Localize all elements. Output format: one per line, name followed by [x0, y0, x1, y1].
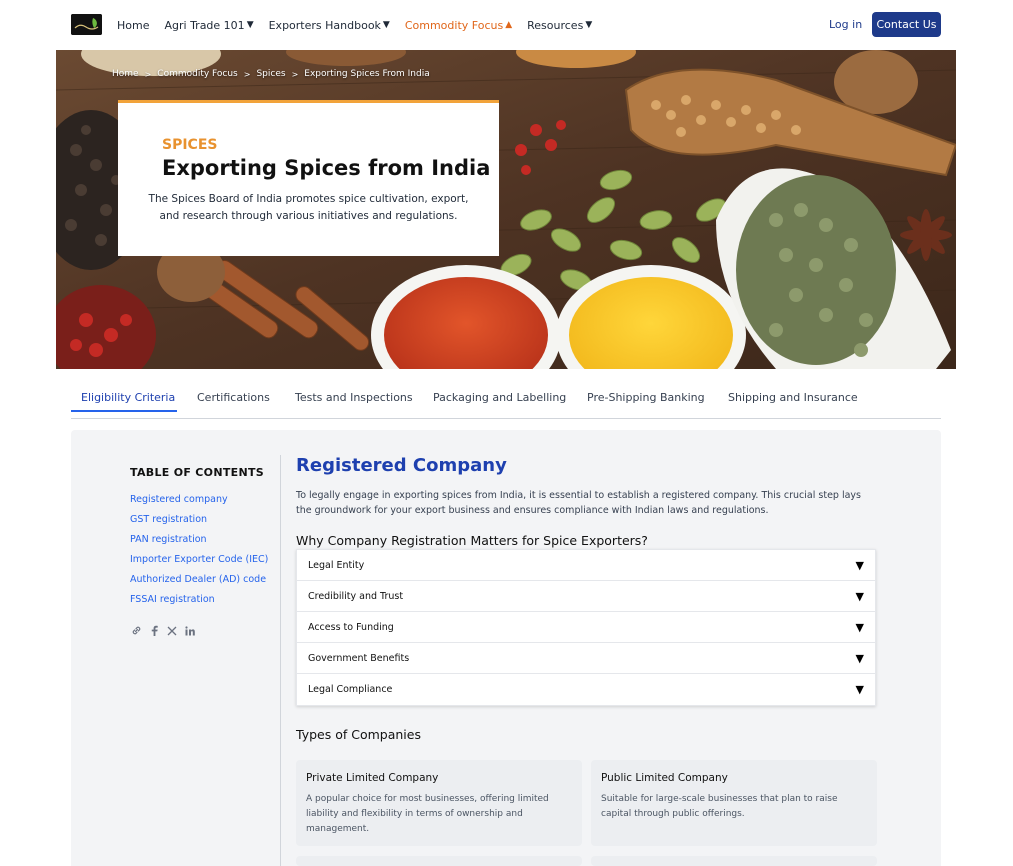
accordion-label: Legal Compliance — [308, 684, 393, 695]
chevron-down-icon: ▼ — [585, 20, 593, 30]
chevron-down-icon: ▼ — [855, 558, 864, 572]
breadcrumb-separator: > — [243, 69, 251, 79]
accordion-label: Access to Funding — [308, 621, 394, 633]
hero-description: The Spices Board of India promotes spice… — [148, 193, 469, 222]
hero-info-card: SPICES Exporting Spices from India The S… — [118, 100, 499, 256]
accordion-label: Credibility and Trust — [308, 590, 404, 602]
tab-shipping-and-insurance[interactable]: Shipping and Insurance — [728, 391, 858, 404]
breadcrumb: Home > Commodity Focus > Spices > Export… — [112, 69, 430, 79]
page-title: Exporting Spices from India — [162, 156, 491, 180]
subheading-why-registration: Why Company Registration Matters for Spi… — [296, 533, 648, 548]
content-panel: TABLE OF CONTENTS Registered company GST… — [71, 430, 941, 866]
card-title: Private Limited Company — [306, 772, 439, 784]
toc-link-registered-company[interactable]: Registered company — [130, 493, 268, 513]
accordion-item-legal-entity[interactable]: Legal Entity ▼ — [297, 550, 875, 581]
company-type-card: Private Limited Company A popular choice… — [296, 760, 582, 846]
accordion-item-funding[interactable]: Access to Funding ▼ — [297, 612, 875, 643]
chevron-down-icon: ▼ — [855, 620, 864, 634]
breadcrumb-home[interactable]: Home — [112, 69, 139, 79]
nav-commodity-focus[interactable]: Commodity Focus ▲ — [405, 19, 512, 32]
intro-paragraph: To legally engage in exporting spices fr… — [296, 490, 861, 516]
company-type-card-partial — [591, 856, 877, 866]
tab-eligibility-criteria[interactable]: Eligibility Criteria — [81, 391, 175, 404]
login-link[interactable]: Log in — [829, 18, 862, 31]
chevron-down-icon: ▼ — [855, 651, 864, 665]
chevron-up-icon: ▲ — [505, 20, 513, 30]
toc-heading: TABLE OF CONTENTS — [130, 466, 264, 479]
active-tab-indicator — [71, 410, 177, 412]
facebook-icon[interactable] — [150, 621, 159, 640]
vertical-divider — [280, 455, 281, 866]
breadcrumb-commodity-focus[interactable]: Commodity Focus — [157, 69, 237, 79]
accordion-label: Government Benefits — [308, 652, 410, 664]
section-heading: Registered Company — [296, 455, 507, 476]
nav-home[interactable]: Home — [117, 19, 149, 32]
share-icons — [131, 621, 203, 640]
accordion-item-legal-compliance[interactable]: Legal Compliance ▼ — [297, 674, 875, 705]
site-logo[interactable] — [71, 14, 102, 35]
chevron-down-icon: ▼ — [855, 589, 864, 603]
link-icon[interactable] — [131, 621, 142, 640]
top-navigation-bar: Home Agri Trade 101 ▼ Exporters Handbook ▼… — [0, 0, 1013, 50]
table-of-contents: Registered company GST registration PAN … — [130, 493, 268, 613]
tab-certifications[interactable]: Certifications — [197, 391, 270, 404]
main-nav: Home Agri Trade 101 ▼ Exporters Handbook ▼… — [117, 0, 607, 50]
hero-category-label: SPICES — [162, 137, 218, 153]
hero-banner: Home > Commodity Focus > Spices > Export… — [56, 50, 956, 369]
tab-packaging-and-labelling[interactable]: Packaging and Labelling — [433, 391, 566, 404]
subheading-types-of-companies: Types of Companies — [296, 727, 421, 742]
card-description: Suitable for large-scale businesses that… — [601, 794, 838, 819]
chevron-down-icon: ▼ — [382, 20, 390, 30]
toc-link-ad-code[interactable]: Authorized Dealer (AD) code — [130, 573, 268, 593]
contact-us-button[interactable]: Contact Us — [872, 12, 941, 37]
breadcrumb-current-page: Exporting Spices From India — [304, 69, 430, 79]
card-title: Public Limited Company — [601, 772, 728, 784]
company-type-card-partial — [296, 856, 582, 866]
card-description: A popular choice for most businesses, of… — [306, 794, 549, 834]
accordion-item-government-benefits[interactable]: Government Benefits ▼ — [297, 643, 875, 674]
nav-agri-trade-101[interactable]: Agri Trade 101 ▼ — [164, 19, 253, 32]
chevron-down-icon: ▼ — [246, 20, 254, 30]
x-icon[interactable] — [167, 621, 177, 640]
toc-link-pan-registration[interactable]: PAN registration — [130, 533, 268, 553]
section-tabs: Eligibility Criteria Certifications Test… — [71, 380, 941, 419]
toc-link-fssai-registration[interactable]: FSSAI registration — [130, 593, 268, 613]
accordion-item-credibility[interactable]: Credibility and Trust ▼ — [297, 581, 875, 612]
accordion-label: Legal Entity — [308, 559, 365, 571]
toc-link-iec[interactable]: Importer Exporter Code (IEC) — [130, 553, 268, 573]
tab-tests-and-inspections[interactable]: Tests and Inspections — [295, 391, 413, 404]
benefits-accordion: Legal Entity ▼ Credibility and Trust ▼ A… — [296, 549, 876, 706]
breadcrumb-spices[interactable]: Spices — [256, 69, 285, 79]
breadcrumb-separator: > — [144, 69, 152, 79]
breadcrumb-separator: > — [291, 69, 299, 79]
linkedin-icon[interactable] — [185, 621, 195, 640]
toc-link-gst-registration[interactable]: GST registration — [130, 513, 268, 533]
nav-exporters-handbook[interactable]: Exporters Handbook ▼ — [269, 19, 390, 32]
tab-pre-shipping-banking[interactable]: Pre-Shipping Banking — [587, 391, 705, 404]
company-type-card: Public Limited Company Suitable for larg… — [591, 760, 877, 846]
nav-resources[interactable]: Resources ▼ — [527, 19, 592, 32]
chevron-down-icon: ▼ — [855, 683, 864, 696]
